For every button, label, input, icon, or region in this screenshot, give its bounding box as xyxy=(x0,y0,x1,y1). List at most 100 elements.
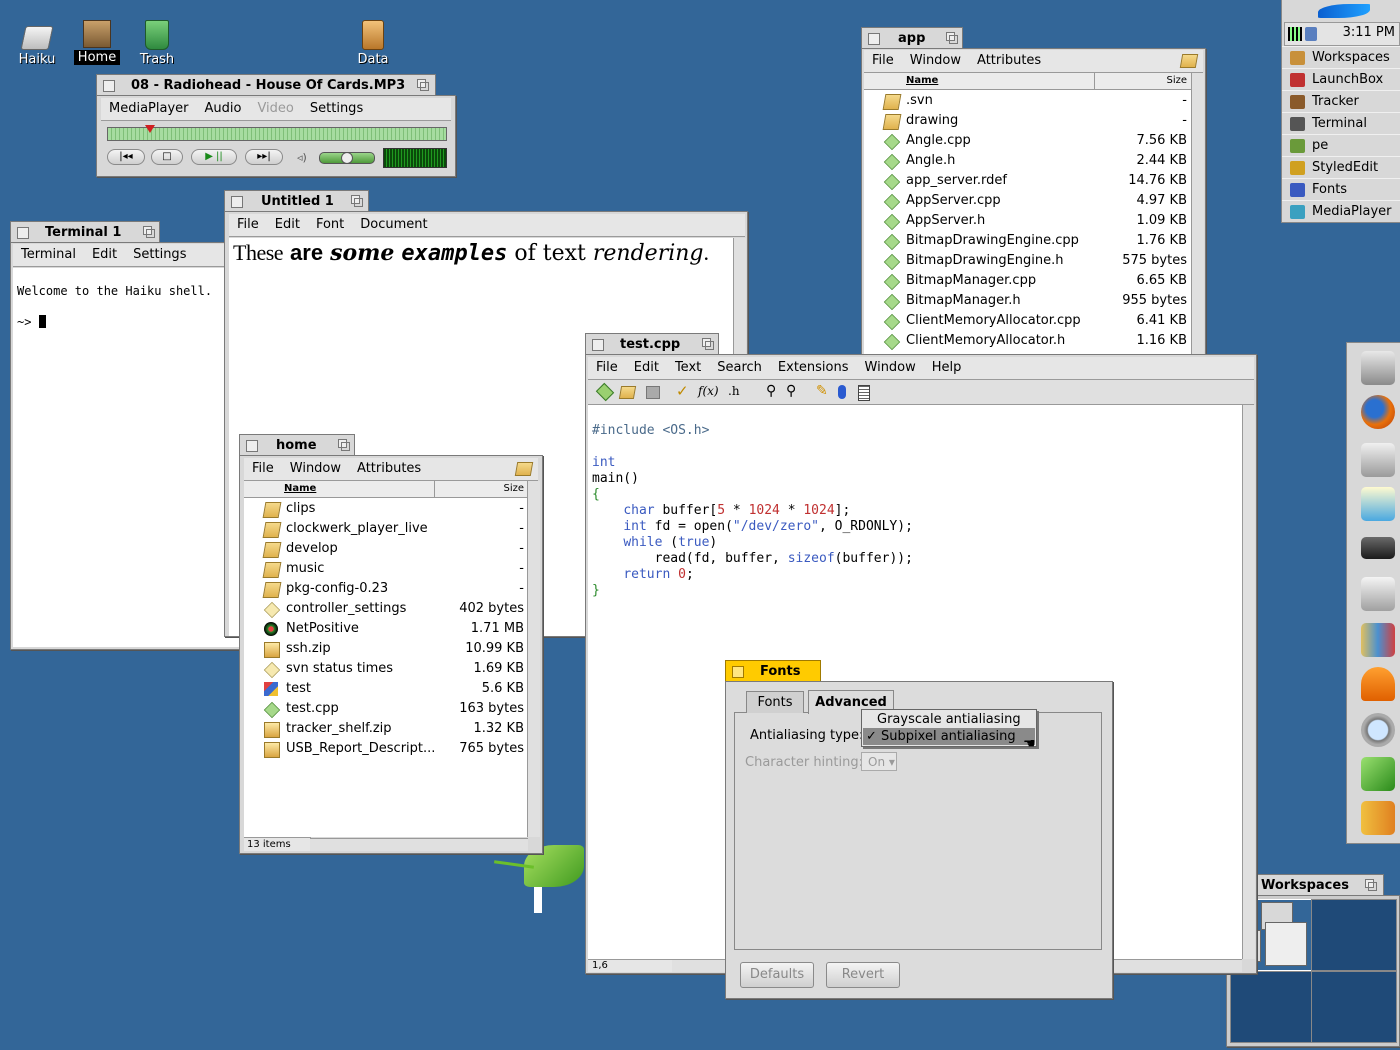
fonts-tab[interactable]: Fonts xyxy=(725,660,821,681)
zoom-button[interactable] xyxy=(702,338,714,350)
folder-menu-icon[interactable] xyxy=(514,462,534,476)
close-button[interactable] xyxy=(246,440,258,452)
file-row[interactable]: Angle.cpp 7.56 KB xyxy=(864,131,1191,151)
deskbar-item-pe[interactable]: pe xyxy=(1282,134,1400,157)
file-row[interactable]: develop - xyxy=(244,539,528,559)
folder-menu-icon[interactable] xyxy=(1179,54,1199,68)
header-popup[interactable]: .h xyxy=(728,384,740,398)
function-popup[interactable]: f(x) xyxy=(698,384,719,398)
menu-settings[interactable]: Settings xyxy=(125,244,194,266)
vertical-scrollbar[interactable] xyxy=(1191,73,1204,359)
menu-document[interactable]: Document xyxy=(352,214,435,236)
desktop-icon-home[interactable]: Home xyxy=(74,20,120,65)
file-row[interactable]: clockwerk_player_live - xyxy=(244,519,528,539)
close-button[interactable] xyxy=(231,196,243,208)
file-list[interactable]: Name Size .svn - drawing - Angle.cpp 7.56 KB A… xyxy=(864,73,1191,359)
menu-font[interactable]: Font xyxy=(308,214,352,236)
menu-help[interactable]: Help xyxy=(924,357,970,379)
workspace-4[interactable] xyxy=(1311,971,1397,1043)
calculator-icon[interactable] xyxy=(1361,537,1395,559)
close-button[interactable] xyxy=(17,227,29,239)
file-row[interactable]: tracker_shelf.zip 1.32 KB xyxy=(244,719,528,739)
workspace-2[interactable] xyxy=(1311,899,1397,971)
menu-terminal[interactable]: Terminal xyxy=(13,244,84,266)
file-row[interactable]: ClientMemoryAllocator.cpp 6.41 KB xyxy=(864,311,1191,331)
projector-icon[interactable] xyxy=(1361,443,1395,477)
computer-icon[interactable] xyxy=(1361,577,1395,611)
close-button[interactable] xyxy=(868,33,880,45)
edit-pencil-icon[interactable]: ✎ xyxy=(816,383,828,399)
file-row[interactable]: BitmapDrawingEngine.h 575 bytes xyxy=(864,251,1191,271)
firefox-icon[interactable] xyxy=(1361,395,1395,429)
stop-button[interactable]: □ xyxy=(151,149,183,165)
file-row[interactable]: AppServer.h 1.09 KB xyxy=(864,211,1191,231)
deskbar-item-workspaces[interactable]: Workspaces xyxy=(1282,46,1400,69)
skip-back-button[interactable]: |◂◂ xyxy=(107,149,145,165)
deskbar-item-terminal[interactable]: Terminal xyxy=(1282,112,1400,135)
desktop-icon-data[interactable]: Data xyxy=(350,20,396,67)
zoom-button[interactable] xyxy=(946,32,958,44)
desktop-icon-trash[interactable]: Trash xyxy=(134,20,180,67)
terminal-tab[interactable]: Terminal 1 xyxy=(10,221,160,242)
open-folder-icon[interactable] xyxy=(618,386,637,399)
menu-window[interactable]: Window xyxy=(857,357,924,379)
deskbar-item-stylededit[interactable]: StyledEdit xyxy=(1282,156,1400,179)
defaults-button[interactable]: Defaults xyxy=(740,962,814,988)
file-row[interactable]: BitmapDrawingEngine.cpp 1.76 KB xyxy=(864,231,1191,251)
home-folder-tab[interactable]: home xyxy=(239,434,355,455)
cpu-monitor-icon[interactable] xyxy=(1288,27,1302,41)
menu-text[interactable]: Text xyxy=(667,357,709,379)
file-row[interactable]: clips - xyxy=(244,499,528,519)
find-next-icon[interactable]: ⚲ xyxy=(786,383,796,399)
styledit-tab[interactable]: Untitled 1 xyxy=(224,190,369,211)
horizontal-scrollbar[interactable] xyxy=(310,838,528,851)
menu-window[interactable]: Window xyxy=(282,458,349,480)
menu-file[interactable]: File xyxy=(229,214,267,236)
menu-audio[interactable]: Audio xyxy=(197,98,250,120)
play-pause-button[interactable]: ▶ || xyxy=(191,149,237,165)
file-row[interactable]: ssh.zip 10.99 KB xyxy=(244,639,528,659)
file-list[interactable]: Name Size clips - clockwerk_player_live - de… xyxy=(244,481,528,837)
column-size[interactable]: Size xyxy=(1166,73,1187,89)
menu-attributes[interactable]: Attributes xyxy=(969,50,1049,72)
menu-attributes[interactable]: Attributes xyxy=(349,458,429,480)
save-icon[interactable] xyxy=(646,386,660,399)
popcorn-icon[interactable] xyxy=(1361,487,1395,521)
app-folder-tab[interactable]: app xyxy=(861,27,963,48)
file-row[interactable]: drawing - xyxy=(864,111,1191,131)
new-file-icon[interactable] xyxy=(595,382,615,402)
vertical-scrollbar[interactable] xyxy=(527,481,540,837)
menu-edit[interactable]: Edit xyxy=(84,244,125,266)
zoom-button[interactable] xyxy=(417,79,429,91)
deskbar-item-mediaplayer[interactable]: MediaPlayer xyxy=(1282,200,1400,223)
file-row[interactable]: AppServer.cpp 4.97 KB xyxy=(864,191,1191,211)
network-icon[interactable] xyxy=(1305,27,1317,41)
file-row[interactable]: app_server.rdef 14.76 KB xyxy=(864,171,1191,191)
close-button[interactable] xyxy=(592,339,604,351)
seek-slider[interactable] xyxy=(107,125,447,141)
hinting-menu[interactable]: On ▾ xyxy=(861,752,897,771)
file-row[interactable]: USB_Report_Descript... 765 bytes xyxy=(244,739,528,759)
file-row[interactable]: controller_settings 402 bytes xyxy=(244,599,528,619)
mediaplayer-tab[interactable]: 08 - Radiohead - House Of Cards.MP3 xyxy=(96,74,436,95)
haiku-leaf-logo[interactable] xyxy=(1302,2,1376,22)
column-name[interactable]: Name xyxy=(284,481,316,497)
deskbar-item-tracker[interactable]: Tracker xyxy=(1282,90,1400,113)
deskbar-item-launchbox[interactable]: LaunchBox xyxy=(1282,68,1400,91)
menu-item-subpixel[interactable]: ✓ Subpixel antialiasing xyxy=(863,728,1035,745)
file-row[interactable]: ClientMemoryAllocator.h 1.16 KB xyxy=(864,331,1191,351)
menu-video[interactable]: Video xyxy=(249,98,301,120)
mail-icon[interactable] xyxy=(1361,351,1395,385)
menu-extensions[interactable]: Extensions xyxy=(770,357,857,379)
close-button[interactable] xyxy=(103,80,115,92)
menu-edit[interactable]: Edit xyxy=(267,214,308,236)
menu-item-grayscale[interactable]: Grayscale antialiasing xyxy=(862,711,1036,728)
zoom-button[interactable] xyxy=(1365,879,1377,891)
file-row[interactable]: test.cpp 163 bytes xyxy=(244,699,528,719)
column-size[interactable]: Size xyxy=(503,481,524,497)
styledit-pen-icon[interactable] xyxy=(1361,757,1395,791)
menu-file[interactable]: File xyxy=(244,458,282,480)
tab-fonts[interactable]: Fonts xyxy=(746,691,804,713)
vlc-cone-icon[interactable] xyxy=(1361,667,1395,701)
terminal-view[interactable]: Welcome to the Haiku shell. ~> xyxy=(13,268,241,647)
